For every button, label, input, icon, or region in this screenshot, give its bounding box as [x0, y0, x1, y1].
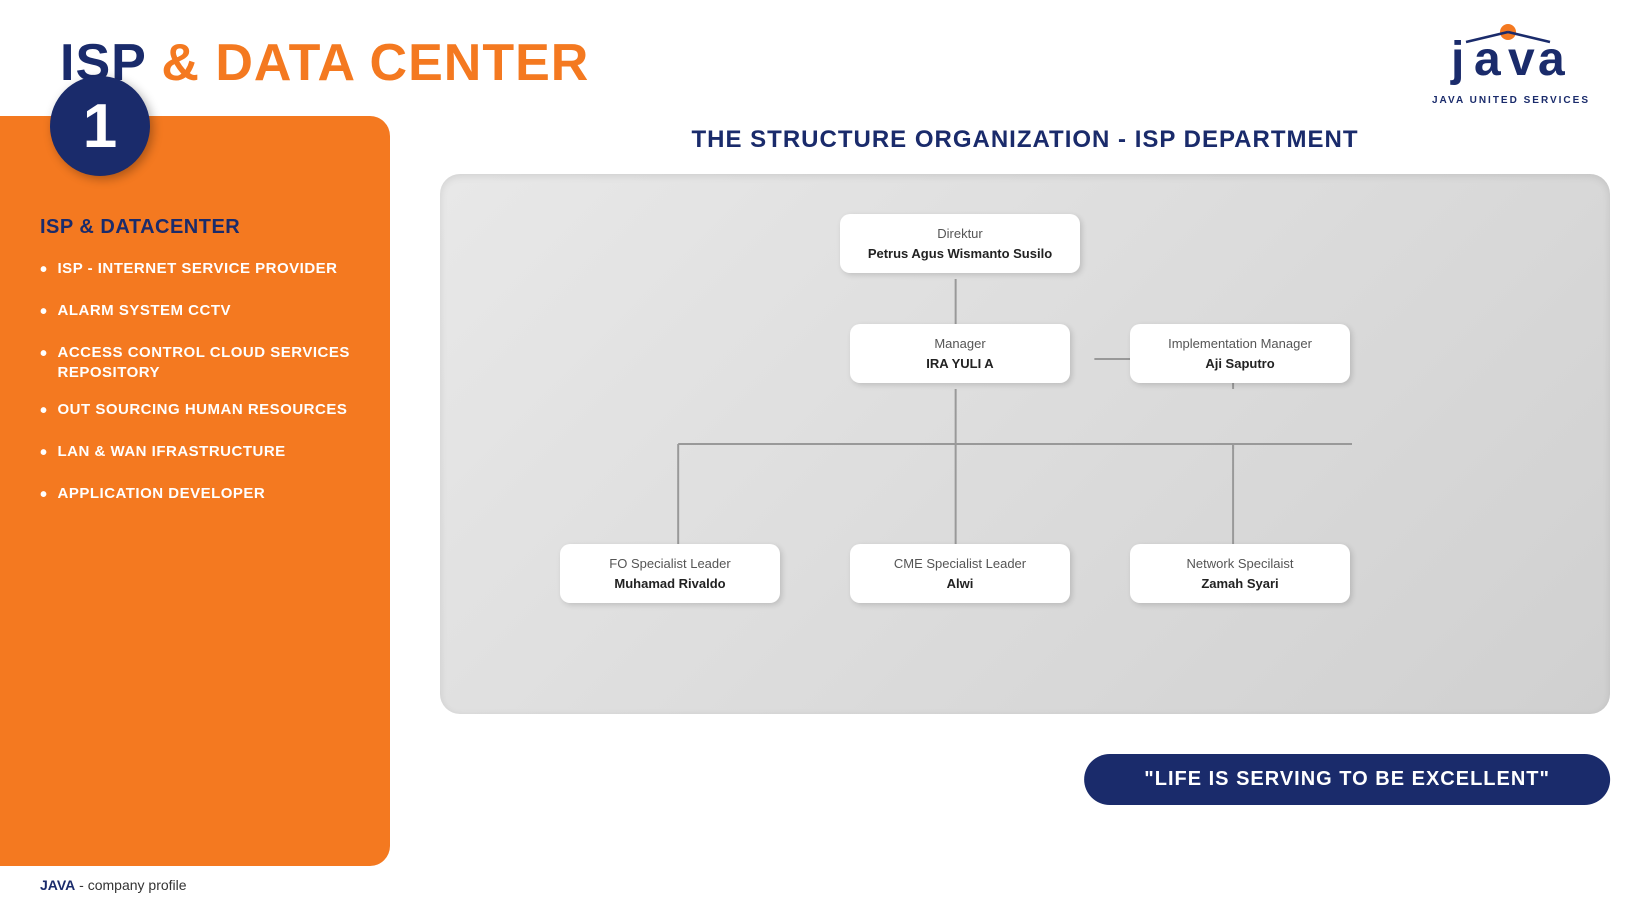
footer-text: - company profile — [75, 877, 186, 893]
header: ISP & DATA CENTER j a v a JAVA UNITED SE… — [0, 0, 1650, 116]
svg-text:j: j — [1450, 33, 1464, 86]
list-item: LAN & WAN IFRASTRUCTURE — [40, 442, 360, 466]
org-chart-lines — [480, 204, 1570, 684]
cme-specialist-node: CME Specialist Leader Alwi — [850, 544, 1070, 603]
right-content: THE STRUCTURE ORGANIZATION - ISP DEPARTM… — [390, 116, 1650, 866]
list-item: OUT SOURCING HUMAN RESOURCES — [40, 400, 360, 424]
footer: JAVA - company profile — [40, 877, 187, 893]
logo: j a v a JAVA UNITED SERVICES — [1432, 20, 1590, 106]
org-chart-container: Direktur Petrus Agus Wismanto Susilo Man… — [440, 174, 1610, 714]
list-item: ISP - INTERNET SERVICE PROVIDER — [40, 259, 360, 283]
impl-manager-node: Implementation Manager Aji Saputro — [1130, 324, 1350, 383]
list-item: ACCESS CONTROL CLOUD SERVICES REPOSITORY — [40, 343, 360, 382]
manager-node: Manager IRA YULI A — [850, 324, 1070, 383]
logo-icon: j a v a — [1446, 20, 1576, 100]
sidebar-heading: ISP & DATACENTER — [40, 216, 360, 239]
main-content: 1 ISP & DATACENTER ISP - INTERNET SERVIC… — [0, 116, 1650, 866]
page-title: ISP & DATA CENTER — [60, 33, 589, 93]
sidebar-items: ISP - INTERNET SERVICE PROVIDER ALARM SY… — [40, 259, 360, 508]
footer-brand: JAVA — [40, 877, 75, 893]
fo-specialist-node: FO Specialist Leader Muhamad Rivaldo — [560, 544, 780, 603]
org-chart-title: THE STRUCTURE ORGANIZATION - ISP DEPARTM… — [440, 126, 1610, 154]
direktur-node: Direktur Petrus Agus Wismanto Susilo — [840, 214, 1080, 273]
section-number: 1 — [50, 76, 150, 176]
network-specialist-node: Network Specilaist Zamah Syari — [1130, 544, 1350, 603]
list-item: ALARM SYSTEM CCTV — [40, 301, 360, 325]
list-item: APPLICATION DEVELOPER — [40, 484, 360, 508]
tagline-container: "LIFE IS SERVING TO BE EXCELLENT" — [440, 734, 1610, 805]
org-chart-wrapper: Direktur Petrus Agus Wismanto Susilo Man… — [480, 204, 1570, 684]
tagline-text: "LIFE IS SERVING TO BE EXCELLENT" — [1144, 768, 1550, 790]
sidebar: 1 ISP & DATACENTER ISP - INTERNET SERVIC… — [0, 116, 390, 866]
svg-text:a: a — [1474, 33, 1501, 86]
svg-text:v: v — [1508, 33, 1535, 86]
logo-subtitle: JAVA UNITED SERVICES — [1432, 95, 1590, 106]
tagline-bar: "LIFE IS SERVING TO BE EXCELLENT" — [1084, 754, 1610, 805]
